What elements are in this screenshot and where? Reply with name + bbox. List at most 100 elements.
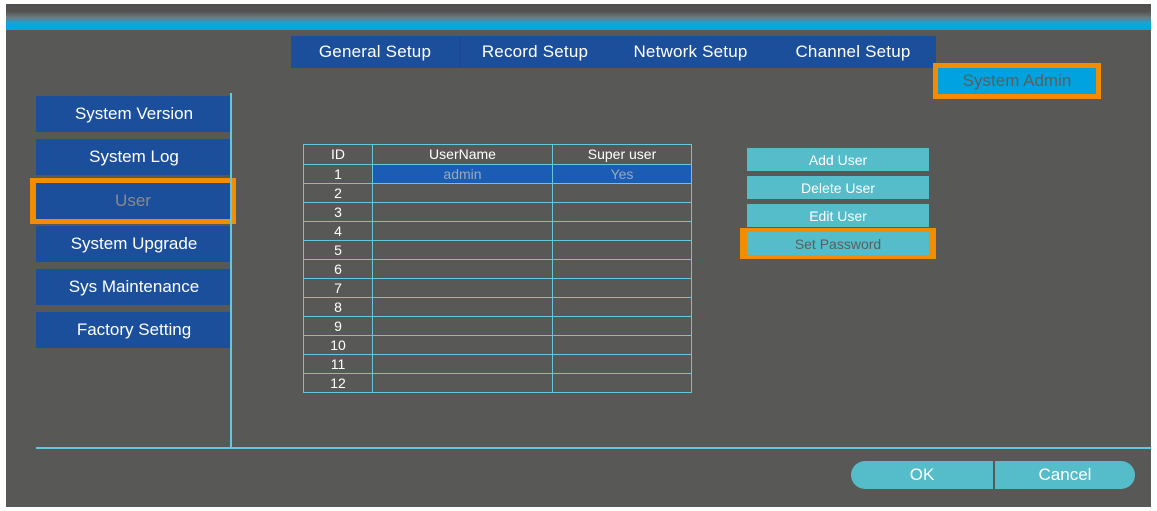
set-password-label: Set Password — [794, 235, 882, 252]
tab-channel-setup[interactable]: Channel Setup — [772, 36, 934, 68]
settings-body-panel: General Setup Record Setup Network Setup… — [6, 30, 1151, 507]
table-row[interactable]: 9 — [303, 316, 692, 336]
table-row[interactable]: 5 — [303, 240, 692, 260]
cancel-button[interactable]: Cancel — [995, 461, 1135, 489]
cell-id: 7 — [303, 278, 373, 298]
table-row[interactable]: 7 — [303, 278, 692, 298]
cell-id: 2 — [303, 183, 373, 203]
edit-user-button[interactable]: Edit User — [747, 204, 929, 227]
table-row[interactable]: 8 — [303, 297, 692, 317]
cell-super-user[interactable] — [552, 259, 692, 279]
tab-general-setup-label: General Setup — [318, 42, 432, 61]
cell-username[interactable] — [372, 335, 553, 355]
cell-super-user[interactable] — [552, 316, 692, 336]
user-table-body: 1 admin Yes 2 3 4 5 6 7 8 9 10 11 12 — [303, 164, 692, 393]
cell-username[interactable]: admin — [372, 164, 553, 184]
table-row[interactable]: 6 — [303, 259, 692, 279]
cell-username[interactable] — [372, 240, 553, 260]
sidebar-item-system-log-button[interactable]: System Log — [36, 139, 232, 175]
table-row[interactable]: 12 — [303, 373, 692, 393]
cell-id: 1 — [303, 164, 373, 184]
cell-id: 5 — [303, 240, 373, 260]
cell-username[interactable] — [372, 278, 553, 298]
dvr-settings-window: General Setup Record Setup Network Setup… — [0, 0, 1157, 511]
sidebar-item-label: System Version — [74, 104, 194, 123]
sidebar-item-sys-maintenance-button[interactable]: Sys Maintenance — [36, 269, 232, 305]
sidebar-item-system-version[interactable]: System Version — [30, 96, 238, 132]
user-table: ID UserName Super user 1 admin Yes 2 3 4 5 6 7 8 9… — [303, 144, 692, 393]
sidebar-item-system-version-button[interactable]: System Version — [36, 96, 232, 132]
delete-user-label: Delete User — [801, 179, 875, 196]
sidebar-item-user[interactable]: User — [30, 178, 238, 224]
tab-general-setup[interactable]: General Setup — [291, 36, 461, 68]
edit-user-label: Edit User — [809, 207, 867, 224]
cell-id: 4 — [303, 221, 373, 241]
sidebar-item-system-upgrade-button[interactable]: System Upgrade — [36, 226, 232, 262]
set-password-row[interactable]: Set Password — [740, 228, 936, 259]
sidebar-item-factory-setting[interactable]: Factory Setting — [30, 312, 238, 348]
tab-system-admin-label: System Admin — [962, 71, 1072, 90]
sidebar-item-system-upgrade[interactable]: System Upgrade — [30, 226, 238, 262]
delete-user-row[interactable]: Delete User — [747, 176, 929, 199]
add-user-button[interactable]: Add User — [747, 148, 929, 171]
sidebar: System Version System Log User System Up… — [30, 96, 238, 355]
settings-tab-bar: General Setup Record Setup Network Setup… — [291, 36, 936, 68]
delete-user-button[interactable]: Delete User — [747, 176, 929, 199]
cell-super-user[interactable] — [552, 183, 692, 203]
cell-id: 10 — [303, 335, 373, 355]
sidebar-item-sys-maintenance[interactable]: Sys Maintenance — [30, 269, 238, 305]
window-header-accent-bar — [6, 4, 1151, 30]
sidebar-item-label: System Upgrade — [70, 234, 198, 253]
cell-id: 11 — [303, 354, 373, 374]
table-row[interactable]: 3 — [303, 202, 692, 222]
cell-username[interactable] — [372, 259, 553, 279]
sidebar-item-system-log[interactable]: System Log — [30, 139, 238, 175]
footer-divider — [36, 447, 1151, 449]
sidebar-item-label: Sys Maintenance — [68, 277, 200, 296]
tab-record-setup-label: Record Setup — [481, 42, 589, 61]
cell-super-user[interactable] — [552, 373, 692, 393]
cell-super-user[interactable] — [552, 354, 692, 374]
ok-button-label: OK — [909, 465, 935, 484]
tab-record-setup[interactable]: Record Setup — [461, 36, 609, 68]
cell-id: 6 — [303, 259, 373, 279]
set-password-button[interactable]: Set Password — [747, 232, 929, 255]
column-header-super-user: Super user — [552, 144, 692, 165]
tab-system-admin-highlight: System Admin — [933, 63, 1101, 99]
cell-super-user[interactable] — [552, 335, 692, 355]
dialog-footer: OK Cancel — [851, 461, 1135, 489]
cell-super-user[interactable] — [552, 297, 692, 317]
table-row[interactable]: 4 — [303, 221, 692, 241]
cell-id: 9 — [303, 316, 373, 336]
tab-network-setup[interactable]: Network Setup — [609, 36, 772, 68]
cell-username[interactable] — [372, 354, 553, 374]
tab-system-admin[interactable]: System Admin — [938, 68, 1096, 94]
sidebar-item-user-button[interactable]: User — [36, 183, 230, 219]
table-row[interactable]: 1 admin Yes — [303, 164, 692, 184]
sidebar-item-label: User — [115, 191, 151, 210]
table-row[interactable]: 10 — [303, 335, 692, 355]
cell-super-user[interactable] — [552, 202, 692, 222]
table-row[interactable]: 2 — [303, 183, 692, 203]
cell-username[interactable] — [372, 221, 553, 241]
edit-user-row[interactable]: Edit User — [747, 204, 929, 227]
table-row[interactable]: 11 — [303, 354, 692, 374]
cell-username[interactable] — [372, 297, 553, 317]
cell-username[interactable] — [372, 183, 553, 203]
cell-super-user[interactable]: Yes — [552, 164, 692, 184]
cell-super-user[interactable] — [552, 278, 692, 298]
cell-username[interactable] — [372, 316, 553, 336]
sidebar-content-divider — [230, 93, 232, 448]
cell-id: 3 — [303, 202, 373, 222]
cell-super-user[interactable] — [552, 221, 692, 241]
sidebar-item-label: Factory Setting — [76, 320, 192, 339]
cancel-button-label: Cancel — [1038, 465, 1092, 484]
ok-button[interactable]: OK — [851, 461, 993, 489]
sidebar-item-factory-setting-button[interactable]: Factory Setting — [36, 312, 232, 348]
cell-username[interactable] — [372, 373, 553, 393]
add-user-label: Add User — [808, 151, 868, 168]
cell-super-user[interactable] — [552, 240, 692, 260]
cell-username[interactable] — [372, 202, 553, 222]
cell-id: 12 — [303, 373, 373, 393]
add-user-row[interactable]: Add User — [747, 148, 929, 171]
